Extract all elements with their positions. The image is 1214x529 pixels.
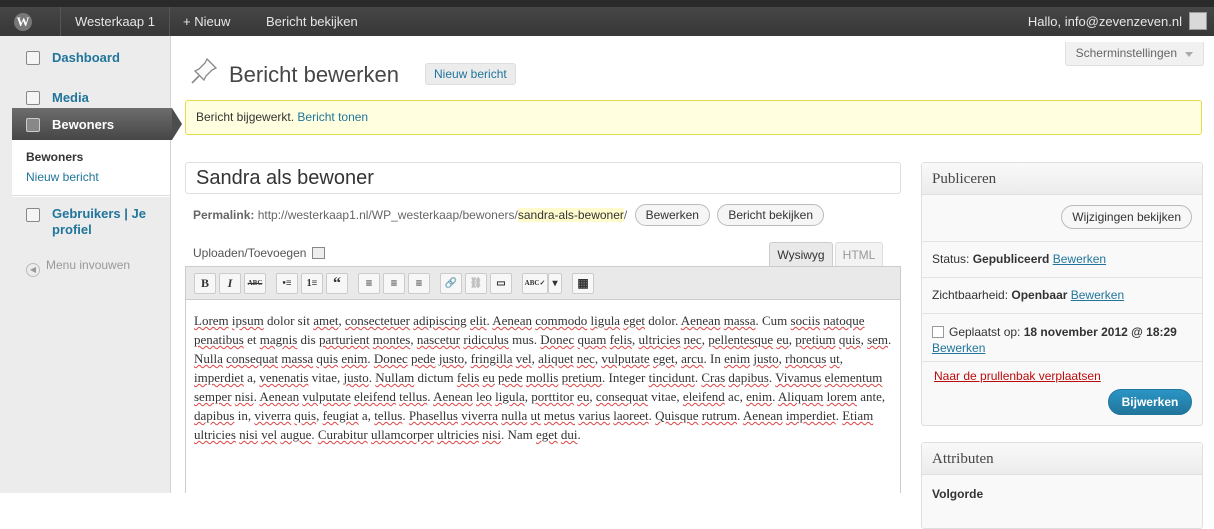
wordpress-logo-icon[interactable]: W — [14, 7, 36, 36]
preview-changes-button[interactable]: Wijzigingen bekijken — [1061, 205, 1192, 229]
sidebar-submenu: Bewoners Nieuw bericht — [12, 140, 170, 196]
submenu-item-bewoners[interactable]: Bewoners — [26, 150, 83, 164]
tab-html[interactable]: HTML — [835, 242, 883, 267]
editor-toolbar: B I ABC •≡ 1≡ “ ≡ ≡ ≡ 🔗 ⛓ ▭ ABC✓ ▾ ▦ — [186, 267, 900, 300]
sidebar-item-bewoners[interactable]: Bewoners — [12, 108, 182, 140]
upload-add-media[interactable]: Uploaden/Toevoegen — [193, 246, 326, 260]
attributes-box: Attributen Volgorde — [921, 442, 1203, 529]
divider — [922, 313, 1202, 314]
sidebar-item-users[interactable]: Gebruikers | Je profiel — [12, 196, 170, 246]
spellcheck-button[interactable]: ABC✓ — [522, 273, 548, 294]
sidebar-item-label: Dashboard — [52, 50, 120, 65]
bold-button[interactable]: B — [194, 273, 216, 294]
notice-text: Bericht bijgewerkt. — [196, 110, 295, 124]
permalink-base: http://westerkaap1.nl/WP_westerkaap/bewo… — [257, 208, 518, 222]
sidebar-item-label: Bewoners — [52, 117, 115, 132]
admin-sidebar: Dashboard Media Bewoners Bewoners Nieuw … — [0, 36, 182, 493]
status-row: Status: Gepubliceerd Bewerken — [932, 241, 1106, 277]
edit-permalink-button[interactable]: Bewerken — [634, 204, 710, 226]
visibility-label: Zichtbaarheid: — [932, 288, 1009, 302]
collapse-menu-button[interactable]: ◀ Menu invouwen — [26, 258, 130, 277]
publish-box: Publiceren Wijzigingen bekijken Status: … — [921, 162, 1203, 426]
permalink-slug[interactable]: sandra-als-bewoner — [517, 208, 624, 222]
users-icon — [26, 208, 40, 222]
post-title-input[interactable]: Sandra als bewoner — [185, 162, 901, 194]
status-label: Status: — [932, 252, 970, 266]
align-right-button[interactable]: ≡ — [408, 273, 430, 294]
adminbar-site-name[interactable]: Westerkaap 1 — [60, 7, 170, 36]
kitchen-sink-button[interactable]: ▦ — [572, 273, 594, 294]
collapse-arrow-icon: ◀ — [26, 263, 40, 277]
insert-link-button[interactable]: 🔗 — [440, 273, 462, 294]
bullet-list-button[interactable]: •≡ — [276, 273, 298, 294]
upload-label: Uploaden/Toevoegen — [193, 246, 307, 260]
divider — [922, 361, 1202, 362]
add-media-icon[interactable] — [312, 247, 326, 259]
status-value: Gepubliceerd — [972, 252, 1050, 266]
permalink-row: Permalink: http://westerkaap1.nl/WP_west… — [193, 204, 825, 226]
sidebar-item-label: Gebruikers | Je profiel — [52, 206, 146, 237]
update-notice: Bericht bijgewerkt. Bericht tonen — [185, 100, 1202, 135]
sidebar-item-dashboard[interactable]: Dashboard — [12, 42, 170, 74]
edit-date-link[interactable]: Bewerken — [932, 341, 985, 355]
sidebar-item-label: Media — [52, 90, 89, 105]
pin-icon — [26, 118, 40, 132]
spellcheck-dropdown-button[interactable]: ▾ — [548, 273, 562, 294]
house-icon — [26, 51, 40, 65]
visibility-row: Zichtbaarheid: Openbaar Bewerken — [932, 277, 1124, 313]
adminbar-view-post-link[interactable]: Bericht bekijken — [251, 7, 358, 36]
insert-more-button[interactable]: ▭ — [490, 273, 512, 294]
collapse-menu-label: Menu invouwen — [46, 258, 131, 272]
edit-visibility-link[interactable]: Bewerken — [1071, 288, 1124, 302]
align-center-button[interactable]: ≡ — [383, 273, 405, 294]
page-title: Bericht bewerken — [229, 62, 399, 87]
numbered-list-button[interactable]: 1≡ — [301, 273, 323, 294]
publish-box-title[interactable]: Publiceren — [922, 163, 1202, 195]
strikethrough-button[interactable]: ABC — [244, 273, 266, 294]
adminbar-new-button[interactable]: + Nieuw — [171, 7, 249, 36]
main-content: Scherminstellingen Bericht bewerken Nieu… — [185, 36, 1214, 529]
date-row: Geplaatst op: 18 november 2012 @ 18:29 B… — [932, 324, 1177, 356]
move-to-trash-link[interactable]: Naar de prullenbak verplaatsen — [934, 369, 1101, 383]
admin-bar: W Westerkaap 1 + Nieuw Bericht bekijken … — [0, 7, 1214, 36]
blockquote-button[interactable]: “ — [326, 273, 348, 294]
visibility-value: Openbaar — [1011, 288, 1068, 302]
edit-status-link[interactable]: Bewerken — [1053, 252, 1106, 266]
calendar-icon — [932, 326, 944, 338]
tab-wysiwyg[interactable]: Wysiwyg — [769, 242, 833, 267]
add-new-post-button[interactable]: Nieuw bericht — [425, 63, 516, 85]
date-label: Geplaatst op: — [949, 325, 1021, 339]
editor-content[interactable]: Lorem ipsum dolor sit amet, consectetuer… — [194, 311, 894, 444]
align-left-button[interactable]: ≡ — [358, 273, 380, 294]
screen-options-button[interactable]: Scherminstellingen — [1064, 42, 1204, 66]
submenu-item-new-post[interactable]: Nieuw bericht — [26, 170, 99, 184]
adminbar-greeting[interactable]: Hallo, info@zevenzeven.nl — [1028, 7, 1214, 36]
avatar[interactable] — [1189, 12, 1207, 30]
view-post-link[interactable]: Bericht tonen — [297, 110, 368, 124]
browser-bookmarks-strip — [0, 0, 1214, 7]
attributes-box-title[interactable]: Attributen — [922, 443, 1202, 475]
date-value: 18 november 2012 @ 18:29 — [1023, 325, 1177, 339]
media-icon — [26, 91, 40, 105]
permalink-label: Permalink: — [193, 208, 255, 222]
attributes-order-label: Volgorde — [932, 487, 984, 501]
italic-button[interactable]: I — [219, 273, 241, 294]
post-editor[interactable]: B I ABC •≡ 1≡ “ ≡ ≡ ≡ 🔗 ⛓ ▭ ABC✓ ▾ ▦ Lor… — [185, 266, 901, 493]
permalink-trail: / — [623, 208, 628, 222]
pushpin-icon — [191, 57, 218, 84]
update-button[interactable]: Bijwerken — [1108, 389, 1192, 415]
unlink-button[interactable]: ⛓ — [465, 273, 487, 294]
view-post-button[interactable]: Bericht bekijken — [717, 204, 825, 226]
